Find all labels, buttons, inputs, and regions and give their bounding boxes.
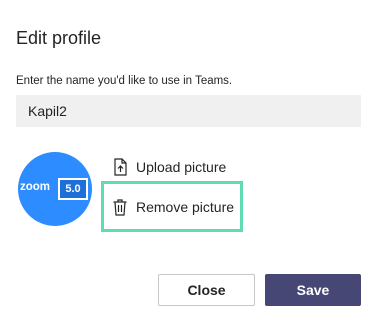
zoom-version-text: 5.0: [60, 180, 86, 198]
upload-picture-button[interactable]: Upload picture: [112, 158, 226, 176]
zoom-logo: zoom 5.0: [18, 178, 92, 200]
edit-profile-dialog: Edit profile Enter the name you'd like t…: [0, 0, 385, 323]
upload-file-icon: [112, 158, 128, 176]
upload-picture-label: Upload picture: [136, 159, 227, 175]
close-button[interactable]: Close: [158, 274, 255, 306]
display-name-input[interactable]: [16, 95, 361, 127]
avatar: zoom 5.0: [18, 152, 92, 226]
dialog-title: Edit profile: [16, 28, 102, 48]
zoom-version-badge: 5.0: [58, 178, 88, 200]
save-button[interactable]: Save: [265, 274, 361, 306]
name-field-label: Enter the name you'd like to use in Team…: [16, 75, 233, 87]
zoom-brand-text: zoom: [20, 181, 51, 193]
remove-picture-highlight: [101, 181, 243, 232]
